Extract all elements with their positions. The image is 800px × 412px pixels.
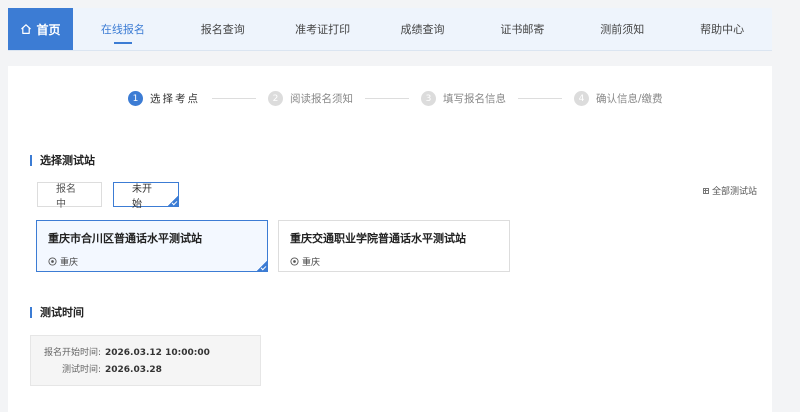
location-pin-icon	[48, 257, 57, 266]
filter-not-started-button[interactable]: 未开始	[113, 182, 179, 210]
section-title-select-station: 选择测试站	[30, 155, 95, 166]
time-value: 2026.03.12 10:00:00	[105, 348, 210, 358]
grid-icon	[702, 187, 709, 194]
all-stations-label: 全部测试站	[711, 187, 757, 197]
step-number: 3	[421, 91, 436, 106]
step-connector	[518, 98, 562, 99]
check-corner-icon	[167, 195, 179, 207]
nav-item-registration-query[interactable]: 报名查询	[173, 8, 273, 50]
step-read-notice: 2 阅读报名须知	[268, 91, 353, 106]
step-label: 选择考点	[150, 93, 200, 105]
nav-item-score-query[interactable]: 成绩查询	[373, 8, 473, 50]
filter-open-button[interactable]: 报名中	[37, 182, 102, 210]
check-corner-icon	[256, 260, 268, 272]
step-number: 4	[574, 91, 589, 106]
step-connector	[365, 98, 409, 99]
nav-item-admission-ticket[interactable]: 准考证打印	[273, 8, 373, 50]
section-title-test-time: 测试时间	[30, 307, 84, 318]
top-nav: 首页 在线报名 报名查询 准考证打印 成绩查询 证书邮寄 测前须知 帮助中心	[8, 8, 772, 51]
filter-label: 未开始	[132, 183, 152, 210]
main-card: 1 选择考点 2 阅读报名须知 3 填写报名信息 4 确认信息/缴费 选择测试站…	[8, 66, 772, 412]
all-stations-link[interactable]: 全部测试站	[702, 184, 757, 197]
station-location-label: 重庆	[302, 258, 321, 268]
step-fill-info: 3 填写报名信息	[421, 91, 506, 106]
time-label: 报名开始时间:	[43, 348, 101, 358]
test-time-box: 报名开始时间: 2026.03.12 10:00:00 测试时间: 2026.0…	[30, 335, 261, 386]
time-label: 测试时间:	[61, 365, 101, 375]
step-connector	[212, 98, 256, 99]
progress-stepper: 1 选择考点 2 阅读报名须知 3 填写报名信息 4 确认信息/缴费	[128, 91, 663, 106]
nav-item-pre-test-notice[interactable]: 测前须知	[572, 8, 672, 50]
time-row-test-date: 测试时间: 2026.03.28	[31, 362, 260, 379]
step-number: 2	[268, 91, 283, 106]
time-row-registration-start: 报名开始时间: 2026.03.12 10:00:00	[31, 345, 260, 362]
station-location-label: 重庆	[60, 258, 79, 268]
station-name: 重庆交通职业学院普通话水平测试站	[290, 232, 466, 245]
station-card-jiaotong[interactable]: 重庆交通职业学院普通话水平测试站 重庆	[278, 220, 510, 272]
step-label: 确认信息/缴费	[596, 93, 663, 105]
nav-item-help-center[interactable]: 帮助中心	[672, 8, 772, 50]
time-value: 2026.03.28	[105, 365, 162, 375]
station-status-filters: 报名中 未开始	[37, 182, 179, 210]
step-confirm-pay: 4 确认信息/缴费	[574, 91, 663, 106]
nav-home-label: 首页	[36, 22, 61, 37]
station-location: 重庆	[290, 255, 498, 268]
step-label: 阅读报名须知	[290, 93, 353, 105]
location-pin-icon	[290, 257, 299, 266]
step-number: 1	[128, 91, 143, 106]
station-name: 重庆市合川区普通话水平测试站	[48, 232, 202, 245]
station-card-hechuan[interactable]: 重庆市合川区普通话水平测试站 重庆	[36, 220, 268, 272]
station-location: 重庆	[48, 255, 256, 268]
nav-home-button[interactable]: 首页	[8, 8, 73, 50]
step-label: 填写报名信息	[443, 93, 506, 105]
step-select-site: 1 选择考点	[128, 91, 200, 106]
nav-item-online-registration[interactable]: 在线报名	[73, 8, 173, 50]
home-icon	[20, 23, 32, 35]
nav-item-certificate-mail[interactable]: 证书邮寄	[472, 8, 572, 50]
